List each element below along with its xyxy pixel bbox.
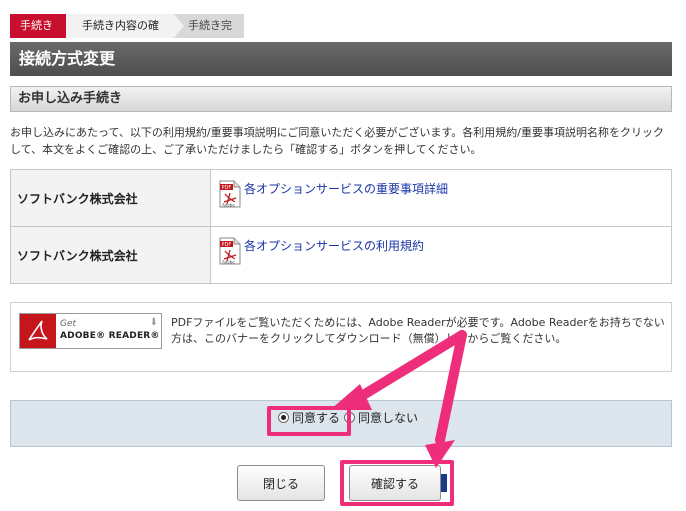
confirm-button[interactable]: 確認する — [349, 465, 441, 501]
svg-text:Adobe: Adobe — [222, 260, 235, 265]
disagree-option[interactable]: 同意しない — [344, 409, 418, 426]
company-name: ソフトバンク株式会社 — [10, 169, 211, 227]
agreement-radio-group: 同意する 同意しない — [278, 409, 422, 426]
progress-steps: 手続き 手続き内容の確認 手続き完了 — [10, 14, 244, 56]
close-button[interactable]: 閉じる — [237, 465, 325, 501]
download-arrow-icon: ⬇ — [149, 317, 158, 328]
agreement-bar: 同意する 同意しない — [10, 400, 672, 447]
terms-of-use-link[interactable]: PDF Adobe 各オプションサービスの利用規約 — [219, 237, 424, 265]
doc-link-label: 各オプションサービスの重要事項詳細 — [244, 182, 449, 196]
disagree-label: 同意しない — [358, 411, 419, 425]
important-matters-link[interactable]: PDF Adobe 各オプションサービスの重要事項詳細 — [219, 180, 448, 208]
pdf-icon: PDF Adobe — [219, 180, 241, 208]
svg-text:PDF: PDF — [222, 242, 232, 248]
adobe-reader-text: PDFファイルをご覧いただくためには、Adobe Readerが必要です。Ado… — [171, 316, 665, 345]
svg-text:PDF: PDF — [222, 185, 232, 191]
section-heading: お申し込み手続き — [10, 86, 672, 112]
agree-radio[interactable] — [278, 412, 289, 423]
adobe-reader-notice: Get ADOBE® READER® ⬇ PDFファイルをご覧いただくためには、… — [10, 302, 672, 372]
adobe-reader-name: ADOBE® READER® — [60, 331, 160, 341]
table-row: ソフトバンク株式会社 PDF Adobe 各オプションサービスの利用規約 — [10, 226, 672, 284]
documents-table: ソフトバンク株式会社 PDF Adobe 各オプションサービスの重要事項詳細 ソ… — [10, 169, 672, 284]
disagree-radio[interactable] — [344, 412, 356, 423]
step-confirm: 手続き内容の確認 — [66, 14, 184, 56]
agree-option[interactable]: 同意する — [278, 409, 340, 426]
intro-text: お申し込みにあたって、以下の利用規約/重要事項説明にご同意いただく必要がございま… — [10, 126, 664, 156]
confirm-button-tab — [441, 474, 447, 492]
step-current: 手続き — [10, 14, 76, 38]
page-title: 接続方式変更 — [10, 42, 672, 76]
agree-label: 同意する — [292, 411, 341, 425]
svg-text:Adobe: Adobe — [222, 203, 235, 208]
pdf-icon: PDF Adobe — [219, 237, 241, 265]
doc-link-label: 各オプションサービスの利用規約 — [244, 239, 425, 253]
table-row: ソフトバンク株式会社 PDF Adobe 各オプションサービスの重要事項詳細 — [10, 169, 672, 227]
adobe-logo-icon — [20, 314, 56, 348]
step-complete: 手続き完了 — [174, 14, 244, 56]
adobe-get-text: Get — [60, 319, 77, 329]
company-name: ソフトバンク株式会社 — [10, 226, 211, 284]
adobe-reader-banner[interactable]: Get ADOBE® READER® ⬇ — [19, 313, 162, 349]
